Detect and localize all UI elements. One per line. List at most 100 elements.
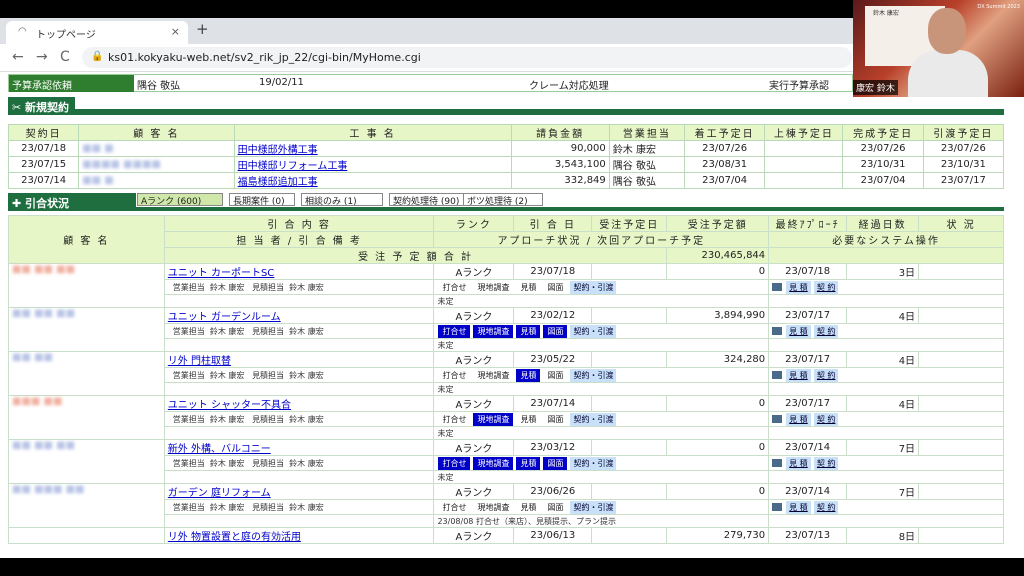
contract-date: 23/07/14 [7, 172, 80, 189]
customer-name: ■■ ■■■ ■■ [8, 483, 165, 528]
work-link[interactable]: 田中様邸外構工事 [233, 140, 512, 157]
frame-date [764, 156, 844, 173]
contract-button[interactable]: 契 約 [813, 280, 839, 294]
inquiry-title-link[interactable]: 新外 外構、バルコニー [163, 439, 435, 456]
step-4-button[interactable]: 契約・引渡 [570, 280, 617, 294]
step-4-button[interactable]: 契約・引渡 [570, 412, 617, 426]
approval-row[interactable]: 予算承認依頼 隅谷 敬弘 19/02/11 クレーム対応処理 実行予算承認 [8, 74, 853, 92]
col-elapsed: 経過日数 [846, 215, 920, 232]
close-tab-icon[interactable]: × [171, 25, 180, 38]
step-0-button[interactable]: 打合せ [438, 324, 471, 338]
tab-rejected-pending[interactable]: ボツ処理待 (2) [463, 193, 543, 207]
estimate-button[interactable]: 見 積 [786, 412, 811, 426]
staff-name: 隅谷 敬弘 [608, 172, 686, 189]
step-3-button[interactable]: 図面 [543, 324, 568, 338]
step-2-button[interactable]: 見積 [516, 456, 541, 470]
new-contracts-table: 契約日 顧 客 名 工 事 名 請負金額 営業担当 着工予定日 上棟予定日 完成… [7, 124, 1005, 189]
step-0-button[interactable]: 打合せ [438, 456, 471, 470]
step-3-button[interactable]: 図面 [543, 456, 568, 470]
step-2-button[interactable]: 見積 [516, 324, 541, 338]
step-4-button[interactable]: 契約・引渡 [570, 456, 617, 470]
monitor-icon[interactable] [772, 458, 783, 467]
step-4-button[interactable]: 契約・引渡 [570, 368, 617, 382]
contract-button[interactable]: 契 約 [813, 368, 839, 382]
event-label: DX Summit 2023 [977, 4, 1020, 10]
complete-date: 23/10/31 [842, 156, 924, 173]
step-1-button[interactable]: 現地調査 [473, 324, 514, 338]
contract-button[interactable]: 契 約 [813, 324, 839, 338]
last-approach: 23/07/17 [768, 307, 848, 324]
back-icon[interactable]: ← [12, 49, 24, 65]
monitor-icon[interactable] [772, 282, 783, 291]
estimate-button[interactable]: 見 積 [786, 324, 811, 338]
tab-consult-only[interactable]: 相談のみ (1) [301, 193, 383, 207]
step-0-button[interactable]: 打合せ [438, 501, 470, 514]
estimate-button[interactable]: 見 積 [786, 280, 811, 294]
step-3-button[interactable]: 図面 [543, 501, 567, 514]
elapsed-days: 8日 [846, 527, 920, 544]
step-1-button[interactable]: 現地調査 [473, 369, 513, 382]
step-0-button[interactable]: 打合せ [438, 281, 470, 294]
approach-steps: 打合せ 現地調査 見積 図面 契約・引渡 [433, 323, 770, 339]
monitor-icon[interactable] [772, 414, 783, 423]
reload-icon[interactable]: C [60, 49, 70, 65]
step-2-button[interactable]: 見積 [516, 368, 541, 382]
staff-name: 隅谷 敬弘 [608, 156, 686, 173]
order-amount: 0 [666, 439, 770, 456]
inquiry-title-link[interactable]: リ外 門柱取替 [163, 351, 435, 368]
col-rank: ランク [433, 215, 515, 232]
inquiry-title-link[interactable]: ユニット カーポートSC [163, 263, 435, 280]
estimator-name: 鈴木 康宏 [289, 502, 324, 512]
inquiry-date: 23/07/14 [513, 395, 593, 412]
step-1-button[interactable]: 現地調査 [473, 456, 514, 470]
frame-date [764, 172, 844, 189]
monitor-icon[interactable] [772, 326, 783, 335]
step-1-button[interactable]: 現地調査 [473, 412, 514, 426]
url-field[interactable]: 🔒 ks01.kokyaku-web.net/sv2_rik_jp_22/cgi… [82, 47, 852, 68]
monitor-icon[interactable] [772, 370, 783, 379]
order-amount: 0 [666, 263, 770, 280]
inquiry-title-link[interactable]: リ外 物置設置と庭の有効活用 [163, 527, 435, 544]
forward-icon[interactable]: → [36, 49, 48, 65]
monitor-icon[interactable] [772, 502, 783, 511]
order-amount: 0 [666, 483, 770, 500]
inquiry-row: ■■■ ■■ ユニット シャッター不具合 Aランク 23/07/14 0 23/07/17… [8, 395, 1004, 440]
contract-button[interactable]: 契 約 [813, 500, 839, 514]
work-link[interactable]: 田中様邸リフォーム工事 [233, 156, 512, 173]
step-2-button[interactable]: 見積 [516, 281, 540, 294]
step-1-button[interactable]: 現地調査 [473, 501, 513, 514]
table-row: 23/07/18 ■■ ■ 田中様邸外構工事 90,000 鈴木 康宏 23/0… [7, 140, 1005, 157]
inquiry-title-link[interactable]: ユニット ガーデンルーム [163, 307, 435, 324]
step-4-button[interactable]: 契約・引渡 [570, 324, 617, 338]
step-0-button[interactable]: 打合せ [438, 369, 470, 382]
inquiry-title-link[interactable]: ユニット シャッター不具合 [163, 395, 435, 412]
inquiry-date: 23/05/22 [513, 351, 593, 368]
step-2-button[interactable]: 見積 [516, 413, 540, 426]
step-2-button[interactable]: 見積 [516, 501, 540, 514]
inquiry-title-link[interactable]: ガーデン 庭リフォーム [163, 483, 435, 500]
tab-long-term[interactable]: 長期案件 (0) [229, 193, 295, 207]
step-0-button[interactable]: 打合せ [438, 413, 470, 426]
work-link[interactable]: 福島様邸追加工事 [233, 172, 512, 189]
new-tab-button[interactable]: + [196, 20, 209, 38]
order-amount: 279,730 [666, 527, 770, 544]
system-ops: 見 積 契 約 [768, 499, 1004, 515]
step-4-button[interactable]: 契約・引渡 [570, 500, 617, 514]
step-1-button[interactable]: 現地調査 [473, 281, 513, 294]
col-customer: 顧 客 名 [8, 215, 165, 264]
step-3-button[interactable]: 図面 [543, 413, 567, 426]
contract-button[interactable]: 契 約 [813, 456, 839, 470]
contract-button[interactable]: 契 約 [813, 412, 839, 426]
browser-tab[interactable]: ◠ トップページ × [6, 21, 188, 44]
estimate-button[interactable]: 見 積 [786, 456, 811, 470]
step-3-button[interactable]: 図面 [543, 369, 567, 382]
tab-a-rank[interactable]: Aランク (600) [137, 193, 223, 207]
col-date: 引 合 日 [513, 215, 593, 232]
inquiry-date: 23/07/18 [513, 263, 593, 280]
step-3-button[interactable]: 図面 [543, 281, 567, 294]
estimator-name: 鈴木 康宏 [289, 282, 324, 292]
approach-steps: 打合せ 現地調査 見積 図面 契約・引渡 [433, 499, 770, 515]
estimate-button[interactable]: 見 積 [786, 500, 811, 514]
estimate-button[interactable]: 見 積 [786, 368, 811, 382]
status [918, 307, 1004, 324]
